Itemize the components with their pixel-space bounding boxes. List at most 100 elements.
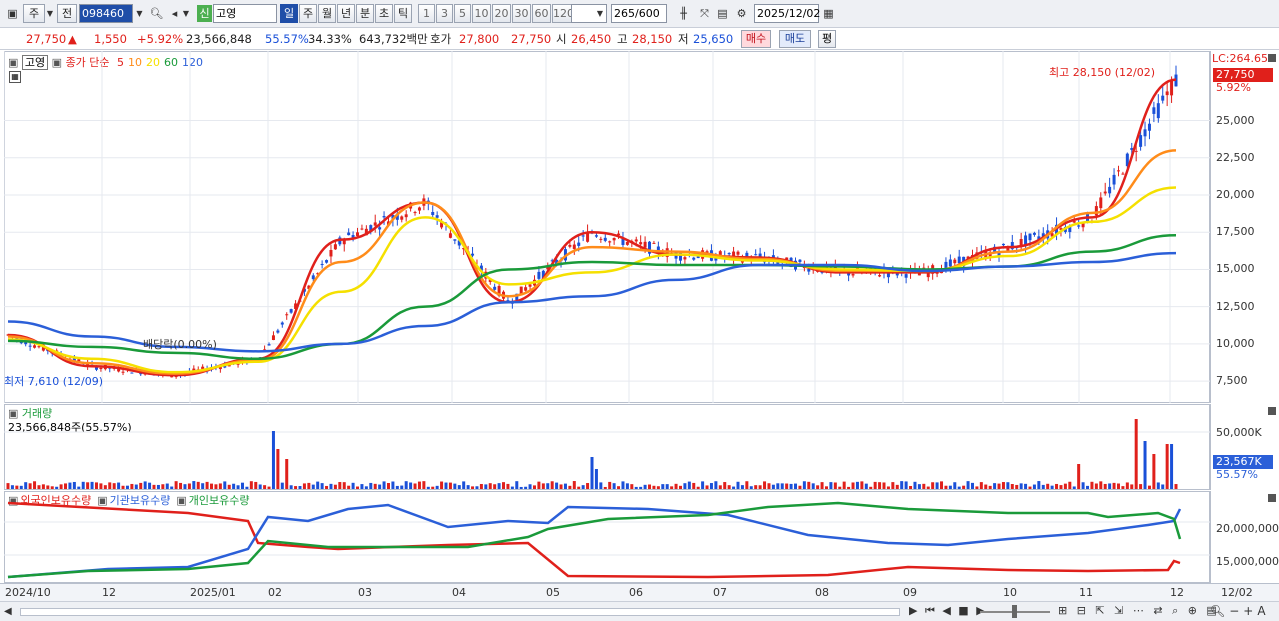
- interval-tab-5[interactable]: 초: [375, 4, 393, 23]
- minute-step-3[interactable]: 3: [436, 4, 453, 23]
- volume-bar: [386, 483, 390, 489]
- candle-icon[interactable]: ╫: [675, 4, 692, 23]
- draw-tool-icon[interactable]: ⤧: [696, 4, 713, 23]
- interval-tab-2[interactable]: 월: [318, 4, 336, 23]
- volume-current-pct: 55.57%: [1216, 468, 1258, 481]
- interval-tab-0[interactable]: 일: [280, 4, 298, 23]
- candle-body: [417, 207, 421, 211]
- minute-step-20[interactable]: 20: [492, 4, 511, 23]
- stock-code-input[interactable]: 098460: [79, 4, 133, 23]
- volume-bar: [134, 484, 138, 489]
- volume-bar: [130, 483, 134, 489]
- volume-bar: [847, 486, 851, 489]
- zoom-icons[interactable]: 🔍︎−+A: [1210, 604, 1270, 618]
- candle-body: [1139, 135, 1143, 147]
- volume-bar: [776, 483, 780, 489]
- volume-current-tag: 23,567K: [1213, 455, 1273, 469]
- minute-dropdown-icon[interactable]: ▼: [594, 4, 606, 23]
- speaker-dropdown-icon[interactable]: ▼: [180, 4, 192, 23]
- price-y-tick: 10,000: [1216, 336, 1255, 350]
- low-label: 저: [678, 32, 689, 46]
- minute-step-60[interactable]: 60: [532, 4, 551, 23]
- interval-tab-1[interactable]: 주: [299, 4, 317, 23]
- volume-bar: [683, 483, 687, 489]
- chevron-down-icon[interactable]: ▼: [44, 4, 56, 23]
- volume-bar: [1152, 454, 1156, 489]
- volume-bar: [117, 482, 121, 489]
- code-dropdown-icon[interactable]: ▼: [133, 4, 146, 23]
- candle-body: [519, 286, 523, 294]
- volume-close-icon[interactable]: [1268, 407, 1276, 415]
- interval-tab-3[interactable]: 년: [337, 4, 355, 23]
- interval-tab-6[interactable]: 틱: [394, 4, 412, 23]
- save-icon[interactable]: ▤: [714, 4, 731, 23]
- new-badge: 신: [197, 5, 212, 22]
- volume-bar: [652, 485, 656, 489]
- volume-bar: [1081, 482, 1085, 489]
- volume-bar: [1161, 484, 1165, 489]
- volume-bar: [1134, 419, 1138, 489]
- volume-bar: [656, 486, 660, 489]
- interval-tab-4[interactable]: 분: [356, 4, 374, 23]
- candle-body: [373, 222, 377, 226]
- minute-step-5[interactable]: 5: [454, 4, 471, 23]
- volume-bar: [347, 485, 351, 489]
- current-price-tag: 27,750: [1213, 68, 1273, 82]
- chart-tool-icons[interactable]: ⊞ ⊟ ⇱ ⇲ ⋯ ⇄ ⌕ ⊕ ▤: [1058, 604, 1220, 618]
- candle-body: [342, 240, 346, 245]
- panel-close-icon[interactable]: [1268, 54, 1276, 62]
- minute-step-10[interactable]: 10: [472, 4, 491, 23]
- scroll-left-icon[interactable]: ◀: [4, 606, 12, 617]
- candle-body: [1112, 174, 1116, 185]
- volume-bar: [382, 481, 386, 489]
- volume-bar: [678, 485, 682, 489]
- zoom-slider-thumb[interactable]: [1012, 605, 1017, 618]
- volume-bar: [785, 483, 789, 489]
- sell-button[interactable]: 매도: [779, 30, 811, 48]
- gear-icon[interactable]: ⚙: [733, 4, 750, 23]
- volume-bar: [236, 485, 240, 489]
- ask-price-2: 27,750: [511, 32, 552, 46]
- volume-bar: [878, 482, 882, 489]
- stock-name-field[interactable]: 고영: [213, 4, 277, 23]
- volume-bar: [37, 485, 41, 489]
- x-axis-label: 11: [1079, 586, 1093, 599]
- candle-body: [652, 242, 656, 244]
- volume-bar: [479, 483, 483, 489]
- volume-bar: [807, 481, 811, 489]
- volume-bar: [829, 482, 833, 489]
- volume-bar: [639, 486, 643, 489]
- volume-chart[interactable]: [4, 404, 1210, 490]
- count-input[interactable]: 265/600: [611, 4, 667, 23]
- scrollbar-track[interactable]: [20, 608, 900, 616]
- count-value: 265: [614, 7, 635, 20]
- minute-step-30[interactable]: 30: [512, 4, 531, 23]
- candle-body: [745, 252, 749, 257]
- volume-bar: [1125, 482, 1129, 489]
- candle-body: [568, 244, 572, 247]
- price-y-tick: 25,000: [1216, 113, 1255, 127]
- date-input[interactable]: 2025/12/02: [754, 4, 820, 23]
- volume-bar: [214, 484, 218, 489]
- volume-bar: [1059, 485, 1063, 489]
- volume-bar: [466, 485, 470, 489]
- volume-bar: [41, 484, 45, 489]
- volume-bar: [338, 482, 342, 489]
- search-icon[interactable]: 🔍︎: [148, 4, 165, 23]
- candle-body: [524, 287, 528, 291]
- minute-step-1[interactable]: 1: [418, 4, 435, 23]
- volume-bar: [201, 483, 205, 489]
- candle-body: [1165, 91, 1169, 96]
- holdings-close-icon[interactable]: [1268, 494, 1276, 502]
- prev-button[interactable]: 전: [57, 4, 77, 23]
- playback-controls[interactable]: ▶ ⏮ ◀ ■ ▶: [909, 604, 987, 618]
- volume-bar: [563, 483, 567, 489]
- window-menu-icon[interactable]: ▣: [4, 4, 21, 23]
- holdings-chart[interactable]: [4, 491, 1210, 583]
- volume-bar: [59, 484, 63, 489]
- eval-button[interactable]: 평: [818, 30, 836, 48]
- period-button[interactable]: 주: [23, 4, 45, 23]
- volume-bar: [254, 481, 258, 489]
- buy-button[interactable]: 매수: [741, 30, 771, 48]
- calendar-icon[interactable]: ▦: [820, 4, 837, 23]
